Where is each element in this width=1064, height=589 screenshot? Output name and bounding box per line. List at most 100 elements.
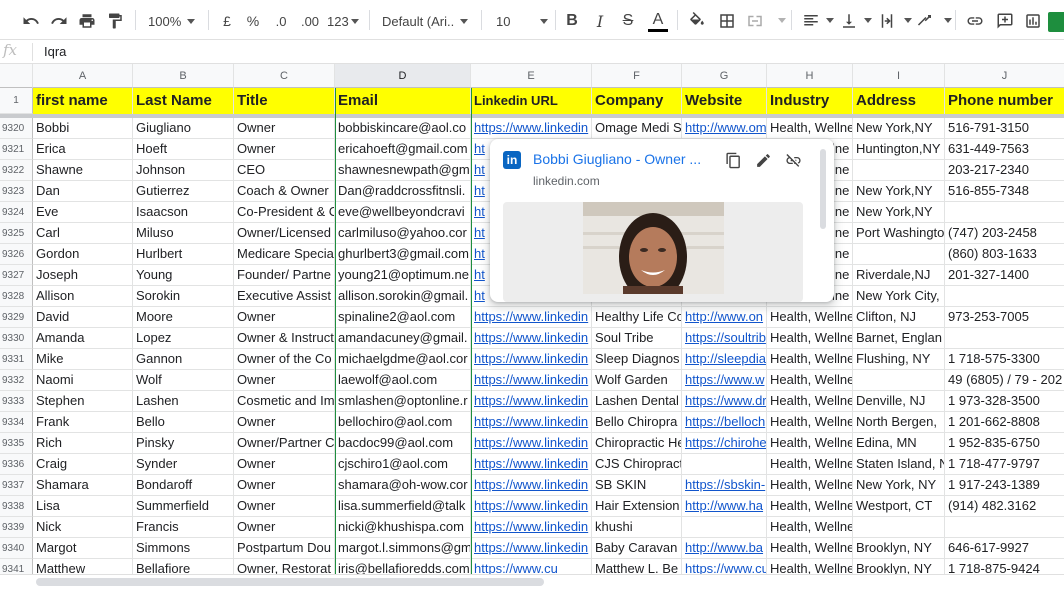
cell-link[interactable]: http://www.om — [685, 120, 766, 135]
text-rotate-icon[interactable] — [914, 8, 936, 34]
table-cell[interactable]: Bello — [133, 412, 234, 433]
edit-link-icon[interactable] — [753, 150, 773, 170]
table-cell[interactable]: Owner — [234, 412, 335, 433]
table-cell[interactable]: Owner — [234, 517, 335, 538]
italic-button[interactable]: I — [590, 8, 610, 34]
table-cell[interactable]: Baby Caravan — [592, 538, 682, 559]
header-cell[interactable]: Phone number — [945, 88, 1064, 114]
table-cell[interactable]: nicki@khushispa.com — [335, 517, 471, 538]
table-cell[interactable]: http://www.on — [682, 307, 767, 328]
table-cell[interactable]: https://www.linkedin — [471, 391, 592, 412]
row-header[interactable]: 9320 — [0, 118, 33, 139]
row-header[interactable]: 9329 — [0, 307, 33, 328]
table-cell[interactable]: https://www.linkedin — [471, 496, 592, 517]
table-cell[interactable]: bellochiro@aol.com — [335, 412, 471, 433]
table-cell[interactable]: Bello Chiropra — [592, 412, 682, 433]
table-cell[interactable] — [853, 517, 945, 538]
table-cell[interactable]: https://www.linkedin — [471, 307, 592, 328]
cell-link[interactable]: ht — [474, 204, 485, 219]
table-cell[interactable] — [945, 202, 1064, 223]
font-select[interactable]: Default (Ari... — [382, 9, 472, 33]
table-cell[interactable]: Joseph — [33, 265, 133, 286]
table-cell[interactable]: Port Washingto — [853, 223, 945, 244]
table-cell[interactable]: Health, Wellne — [767, 517, 853, 538]
table-cell[interactable]: Lashen Dental — [592, 391, 682, 412]
table-cell[interactable] — [853, 160, 945, 181]
table-cell[interactable]: CEO — [234, 160, 335, 181]
table-cell[interactable]: smlashen@optonline.r — [335, 391, 471, 412]
table-cell[interactable]: Health, Wellne — [767, 328, 853, 349]
row-header[interactable]: 9323 — [0, 181, 33, 202]
cell-link[interactable]: https://www.w — [685, 372, 764, 387]
table-cell[interactable]: Shamara — [33, 475, 133, 496]
table-cell[interactable]: Carl — [33, 223, 133, 244]
header-cell[interactable]: Industry — [767, 88, 853, 114]
row-header[interactable]: 9322 — [0, 160, 33, 181]
table-cell[interactable]: Health, Wellne — [767, 538, 853, 559]
table-cell[interactable]: https://www.linkedin — [471, 412, 592, 433]
table-cell[interactable]: Dan — [33, 181, 133, 202]
table-cell[interactable]: https://www.linkedin — [471, 538, 592, 559]
table-cell[interactable]: Flushing, NY — [853, 349, 945, 370]
table-cell[interactable]: Clifton, NJ — [853, 307, 945, 328]
table-cell[interactable]: North Bergen, — [853, 412, 945, 433]
table-cell[interactable]: Giugliano — [133, 118, 234, 139]
column-header-g[interactable]: G — [682, 64, 767, 88]
table-cell[interactable]: Owner — [234, 475, 335, 496]
horizontal-align-icon[interactable] — [800, 8, 822, 34]
table-cell[interactable]: 1 718-477-9797 — [945, 454, 1064, 475]
table-cell[interactable] — [682, 517, 767, 538]
table-cell[interactable]: Denville, NJ — [853, 391, 945, 412]
table-cell[interactable]: Rich — [33, 433, 133, 454]
cell-link[interactable]: ht — [474, 162, 485, 177]
table-cell[interactable]: Staten Island, N — [853, 454, 945, 475]
table-cell[interactable]: ghurlbert3@gmail.com — [335, 244, 471, 265]
table-cell[interactable]: (860) 803-1633 — [945, 244, 1064, 265]
header-cell[interactable]: Email — [335, 88, 471, 114]
row-header[interactable]: 9334 — [0, 412, 33, 433]
table-cell[interactable]: https://www.linkedin — [471, 118, 592, 139]
cell-link[interactable]: https://www.linkedin — [474, 393, 588, 408]
column-header-c[interactable]: C — [234, 64, 335, 88]
formula-input[interactable]: Iqra — [44, 44, 66, 59]
table-cell[interactable]: Soul Tribe — [592, 328, 682, 349]
table-cell[interactable]: Founder/ Partne — [234, 265, 335, 286]
frozen-row-divider[interactable] — [0, 114, 1064, 118]
text-color-button[interactable]: A — [646, 8, 670, 34]
table-cell[interactable]: Coach & Owner — [234, 181, 335, 202]
column-header-h[interactable]: H — [767, 64, 853, 88]
column-header-f[interactable]: F — [592, 64, 682, 88]
table-cell[interactable]: Barnet, Englan — [853, 328, 945, 349]
table-cell[interactable]: Health, Wellne — [767, 475, 853, 496]
text-wrap-icon[interactable] — [876, 8, 898, 34]
cell-link[interactable]: https://www.linkedin — [474, 330, 588, 345]
fill-color-icon[interactable] — [686, 8, 708, 34]
table-cell[interactable]: Owner of the Co — [234, 349, 335, 370]
table-cell[interactable]: Eve — [33, 202, 133, 223]
table-cell[interactable]: https://www.linkedin — [471, 433, 592, 454]
table-cell[interactable]: Wolf Garden — [592, 370, 682, 391]
table-cell[interactable]: Sorokin — [133, 286, 234, 307]
table-cell[interactable]: Dan@raddcrossfitnsli. — [335, 181, 471, 202]
table-cell[interactable]: https://www.linkedin — [471, 454, 592, 475]
table-cell[interactable]: https://www.linkedin — [471, 370, 592, 391]
table-cell[interactable]: Executive Assist — [234, 286, 335, 307]
row-header[interactable]: 9332 — [0, 370, 33, 391]
table-cell[interactable]: bobbiskincare@aol.co — [335, 118, 471, 139]
row-header[interactable]: 9330 — [0, 328, 33, 349]
table-cell[interactable]: Erica — [33, 139, 133, 160]
column-header-d[interactable]: D — [335, 64, 471, 88]
cell-link[interactable]: https://www.linkedin — [474, 456, 588, 471]
table-cell[interactable]: Amanda — [33, 328, 133, 349]
cell-link[interactable]: ht — [474, 225, 485, 240]
row-header[interactable]: 9335 — [0, 433, 33, 454]
card-scrollbar[interactable] — [820, 149, 826, 229]
cell-link[interactable]: ht — [474, 246, 485, 261]
table-cell[interactable]: Francis — [133, 517, 234, 538]
table-cell[interactable]: https://soultrib — [682, 328, 767, 349]
header-cell[interactable]: Last Name — [133, 88, 234, 114]
table-cell[interactable]: shamara@oh-wow.cor — [335, 475, 471, 496]
row-header[interactable]: 9331 — [0, 349, 33, 370]
more-formats-select[interactable]: 123 — [327, 9, 361, 33]
header-cell[interactable]: Title — [234, 88, 335, 114]
